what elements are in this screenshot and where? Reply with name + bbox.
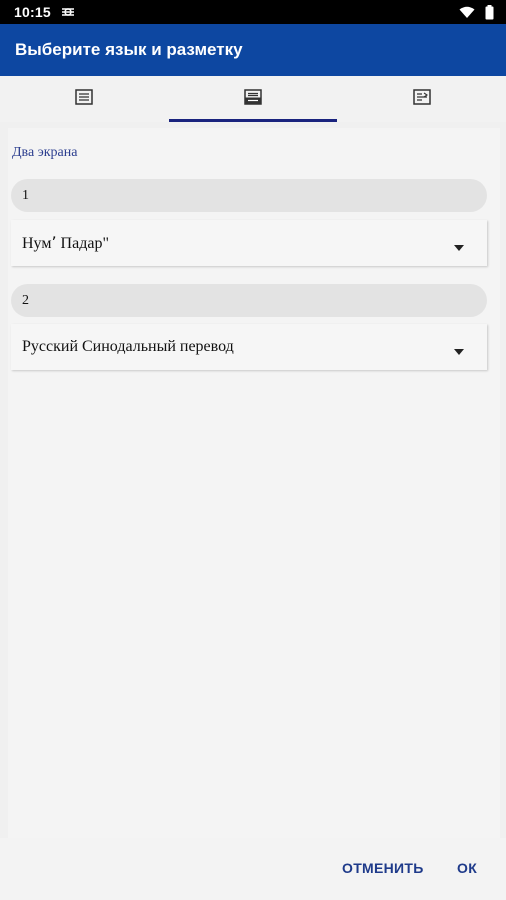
pane-label-2: 2 (11, 284, 487, 317)
pane-number: 2 (22, 292, 29, 308)
dialog-title-bar: Выберите язык и разметку (0, 24, 506, 76)
translation-select-1[interactable]: Нум՚ Падар" (11, 220, 487, 266)
cancel-button[interactable]: ОТМЕНИТЬ (342, 860, 424, 876)
wifi-icon (459, 6, 475, 19)
chevron-down-icon (454, 238, 464, 256)
sync-icon (61, 5, 75, 19)
dialog-footer: ОТМЕНИТЬ ОК (0, 838, 506, 900)
battery-icon (485, 4, 494, 20)
tab-single-page[interactable] (0, 76, 169, 122)
single-page-icon (75, 88, 94, 110)
ok-button[interactable]: ОК (457, 860, 477, 876)
chevron-down-icon (454, 342, 464, 360)
dialog-title: Выберите язык и разметку (15, 40, 243, 59)
selected-translation: Русский Синодальный перевод (22, 338, 234, 355)
translation-select-2[interactable]: Русский Синодальный перевод (11, 324, 487, 370)
layout-settings-panel: Два экрана 1 Нум՚ Падар" 2 Русский Синод… (8, 128, 500, 838)
tab-two-pane[interactable] (168, 76, 338, 122)
status-bar: 10:15 (0, 0, 506, 24)
parallel-layout-icon (412, 88, 431, 110)
pane-number: 1 (22, 187, 29, 203)
section-title: Два экрана (12, 145, 78, 160)
layout-tabs (0, 76, 506, 122)
tab-parallel-layout[interactable] (337, 76, 506, 122)
selected-translation: Нум՚ Падар" (22, 235, 109, 252)
status-time: 10:15 (14, 4, 51, 20)
two-pane-icon (244, 88, 262, 110)
pane-label-1: 1 (11, 179, 487, 212)
